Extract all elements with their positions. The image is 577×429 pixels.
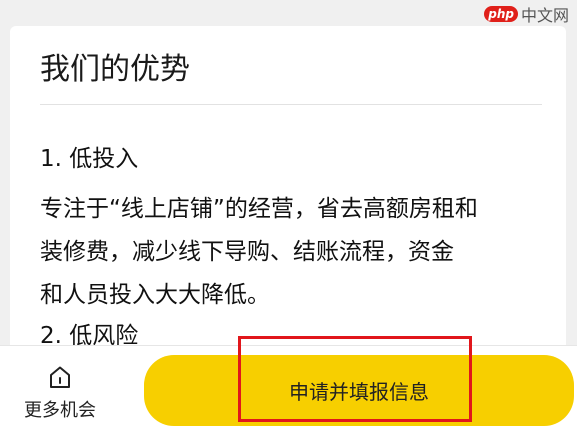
php-logo: php <box>484 6 518 22</box>
bottom-action-bar: 更多机会 申请并填报信息 <box>0 345 577 429</box>
more-opportunities-button[interactable]: 更多机会 <box>8 364 112 424</box>
site-watermark: php 中文网 <box>484 2 569 26</box>
watermark-site-name: 中文网 <box>520 6 569 25</box>
section-paragraph-low-investment: 专注于“线上店铺”的经营，省去高额房租和 装修费，减少线下导购、结账流程，资金 … <box>40 188 545 317</box>
apply-and-submit-info-button[interactable]: 申请并填报信息 <box>144 355 574 426</box>
paragraph-line: 专注于“线上店铺”的经营，省去高额房租和 <box>40 196 478 222</box>
page-title: 我们的优势 <box>40 52 190 87</box>
title-divider <box>40 104 542 105</box>
more-opportunities-label: 更多机会 <box>24 400 96 421</box>
paragraph-line: 和人员投入大大降低。 <box>40 282 270 308</box>
home-icon <box>50 366 70 388</box>
paragraph-line: 装修费，减少线下导购、结账流程，资金 <box>40 239 454 265</box>
section-heading-low-investment: 1. 低投入 <box>40 146 139 172</box>
